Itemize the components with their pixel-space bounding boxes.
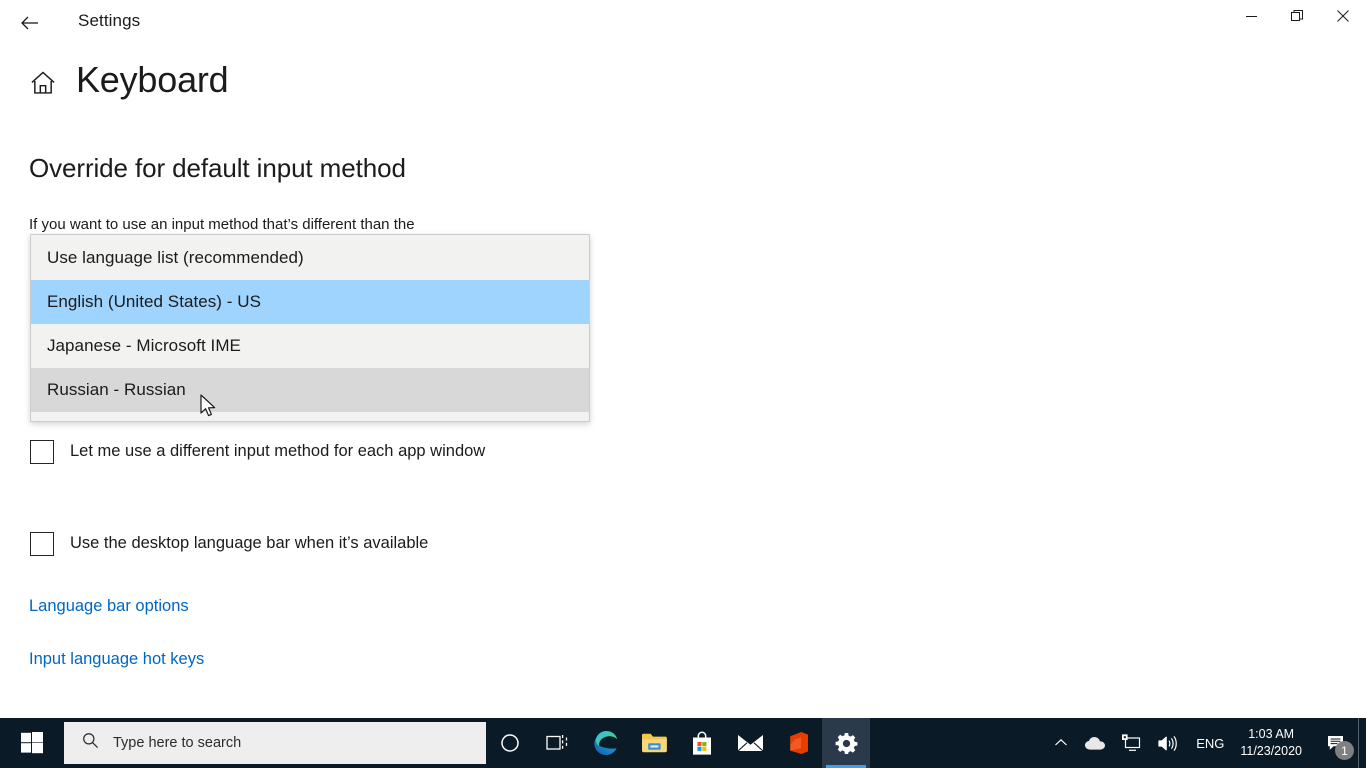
search-icon [82, 732, 99, 754]
notification-badge: 1 [1335, 741, 1354, 760]
title-bar: Settings [0, 0, 1366, 47]
network-monitor-icon[interactable] [1114, 718, 1150, 768]
checkbox-label: Let me use a different input method for … [70, 442, 486, 460]
link-language-bar-options[interactable]: Language bar options [29, 597, 189, 616]
override-input-method-dropdown[interactable]: Use language list (recommended) English … [30, 234, 590, 422]
dropdown-option[interactable]: Japanese - Microsoft IME [31, 324, 589, 368]
microsoft-store-icon[interactable] [678, 718, 726, 768]
taskbar-search-box[interactable]: Type here to search [64, 722, 486, 764]
clock[interactable]: 1:03 AM 11/23/2020 [1234, 718, 1314, 768]
back-button[interactable] [10, 4, 50, 42]
cortana-icon[interactable] [486, 718, 534, 768]
microsoft-edge-icon[interactable] [582, 718, 630, 768]
window-controls [1228, 0, 1366, 32]
dropdown-option[interactable]: Use language list (recommended) [31, 236, 589, 280]
home-icon[interactable] [28, 68, 58, 98]
file-explorer-icon[interactable] [630, 718, 678, 768]
clock-date: 11/23/2020 [1240, 744, 1302, 758]
checkbox-row-desktop-language-bar[interactable]: Use the desktop language bar when it’s a… [30, 532, 590, 557]
show-desktop-button[interactable] [1358, 718, 1366, 768]
task-view-icon[interactable] [534, 718, 582, 768]
search-placeholder: Type here to search [113, 735, 242, 751]
settings-window: Settings Keyboard Override for default i… [0, 0, 1366, 768]
mail-icon[interactable] [726, 718, 774, 768]
settings-gear-icon[interactable] [822, 718, 870, 768]
close-button[interactable] [1320, 0, 1366, 32]
onedrive-cloud-icon[interactable] [1076, 718, 1114, 768]
notification-icon[interactable]: 1 [1314, 718, 1358, 768]
checkbox-row-per-app-input-method[interactable]: Let me use a different input method for … [30, 440, 590, 465]
checkbox-per-app-input-method[interactable] [30, 440, 54, 464]
checkbox-label: Use the desktop language bar when it’s a… [70, 534, 429, 552]
taskbar-pinned-apps [486, 718, 870, 768]
office-icon[interactable] [774, 718, 822, 768]
section-description: If you want to use an input method that’… [29, 216, 415, 233]
app-title: Settings [78, 11, 141, 30]
dropdown-bottom-edge [31, 412, 589, 421]
system-tray: ENG 1:03 AM 11/23/2020 1 [1046, 718, 1366, 768]
page-header: Keyboard [28, 62, 229, 98]
chevron-up-icon[interactable] [1046, 718, 1076, 768]
taskbar: Type here to search ENG 1:03 AM 11/23/20… [0, 718, 1366, 768]
volume-icon[interactable] [1150, 718, 1186, 768]
dropdown-option-selected[interactable]: English (United States) - US [31, 280, 589, 324]
checkbox-desktop-language-bar[interactable] [30, 532, 54, 556]
minimize-button[interactable] [1228, 0, 1274, 32]
section-title: Override for default input method [29, 153, 406, 183]
dropdown-option-hovered[interactable]: Russian - Russian [31, 368, 589, 412]
start-button[interactable] [0, 718, 64, 768]
link-input-language-hot-keys[interactable]: Input language hot keys [29, 650, 204, 669]
page-title: Keyboard [76, 59, 229, 100]
input-language-indicator[interactable]: ENG [1186, 718, 1234, 768]
restore-button[interactable] [1274, 0, 1320, 32]
clock-time: 1:03 AM [1248, 727, 1295, 741]
